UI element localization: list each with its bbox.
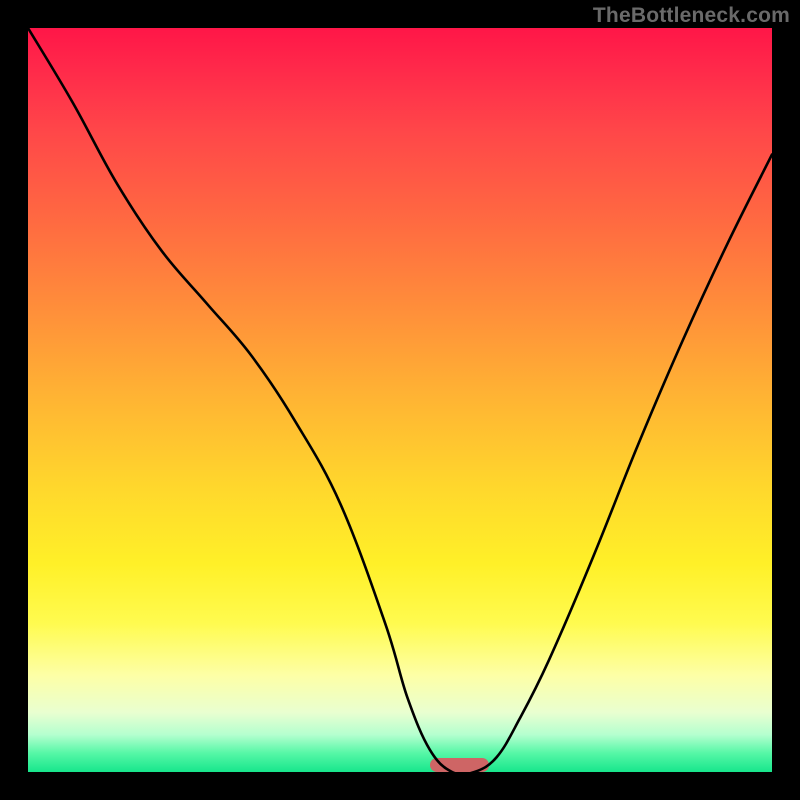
bottleneck-curve — [28, 28, 772, 772]
watermark-label: TheBottleneck.com — [593, 4, 790, 28]
chart-frame: TheBottleneck.com — [0, 0, 800, 800]
plot-area — [28, 28, 772, 772]
